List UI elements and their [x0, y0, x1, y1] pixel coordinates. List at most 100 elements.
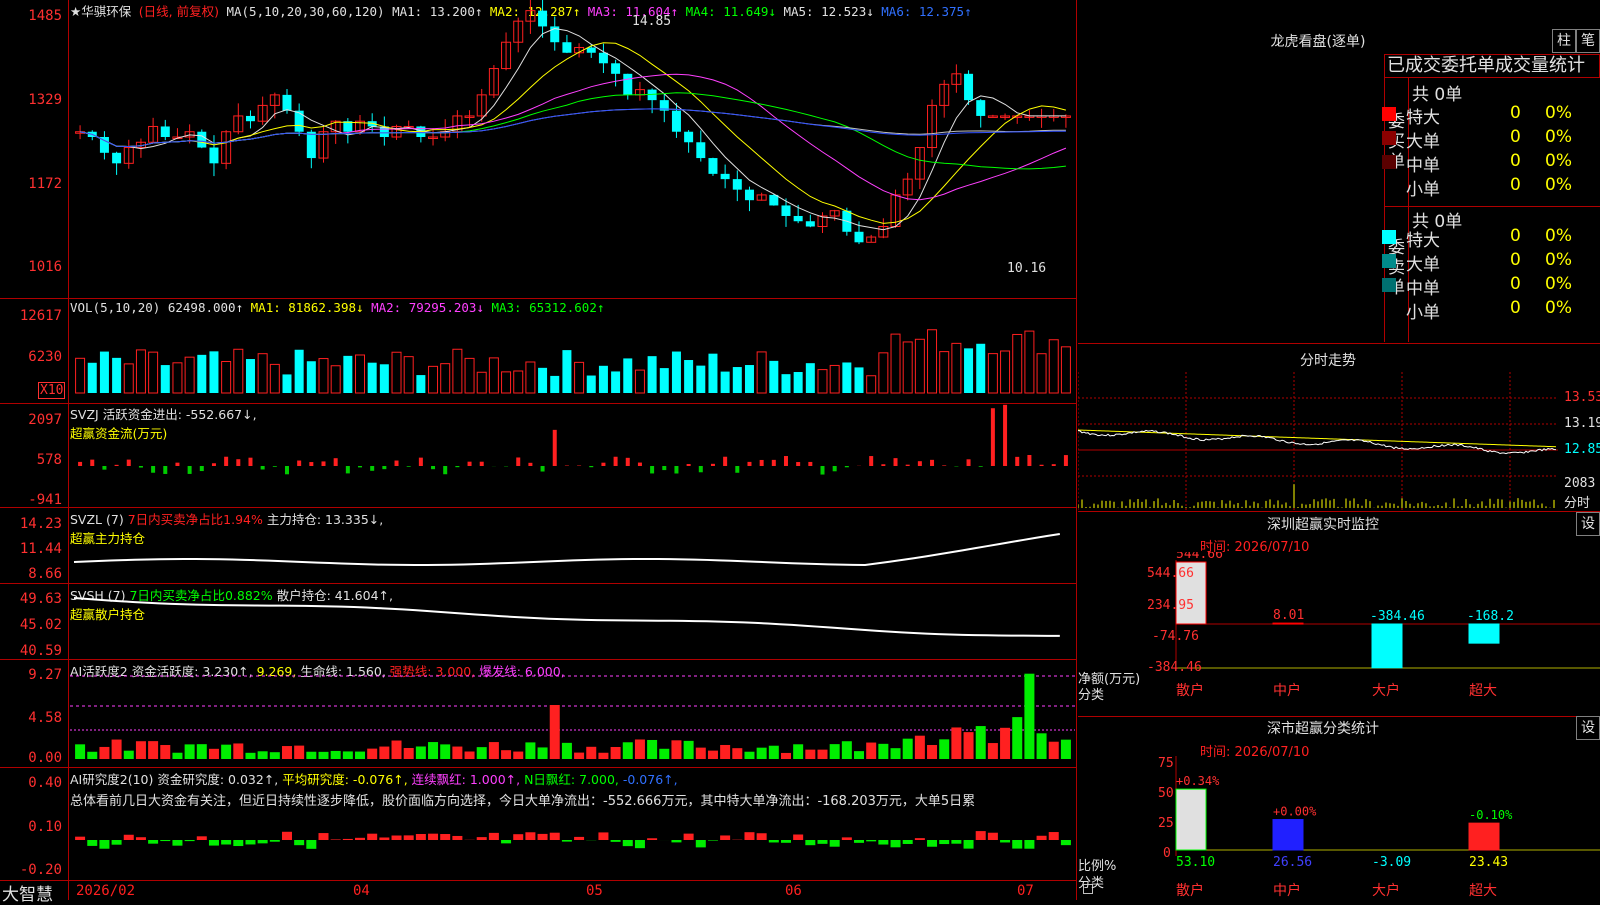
active-bar [465, 752, 475, 759]
active-bar [550, 705, 560, 759]
sell-row-count: 0 [1510, 226, 1521, 246]
active-bar [209, 749, 219, 759]
flow-bar [212, 463, 216, 466]
monitor-bar-label: -384.46 [1370, 609, 1425, 624]
active-bar [428, 742, 438, 759]
buy-row-name: 特大 [1406, 103, 1440, 128]
flow-bar [273, 466, 277, 467]
flow-bar [382, 466, 386, 469]
flow-bar [723, 457, 727, 466]
main-chart-area[interactable]: 1485 1329 1172 1016 12617 6230 X10 2097 … [0, 0, 1077, 900]
classify-settings-button[interactable]: 设 [1576, 716, 1600, 740]
active-bar [671, 740, 681, 759]
monitor-bar [1469, 624, 1499, 643]
sell-color-swatch [1382, 254, 1396, 268]
research-bar [964, 840, 974, 849]
active-bar [805, 750, 815, 759]
volume-bar [672, 352, 681, 393]
active-bar [976, 726, 986, 759]
volume-bar [757, 352, 766, 393]
tick-mode-button[interactable]: 笔 [1576, 29, 1600, 53]
research-bar [331, 839, 341, 840]
active-bar [197, 744, 207, 759]
active-bar [258, 751, 268, 759]
buy-row-count: 0 [1510, 103, 1521, 123]
flow-bar [102, 466, 106, 470]
flow-bar [979, 466, 983, 467]
research-bar [939, 840, 949, 844]
flow-bar [747, 462, 751, 466]
bar-mode-button[interactable]: 柱 [1552, 29, 1576, 53]
research-bar [891, 840, 901, 847]
active-bar [392, 741, 402, 759]
volume-bar [246, 359, 255, 393]
candle-body [112, 153, 121, 164]
candle-body [794, 216, 803, 221]
volume-bar [806, 363, 815, 393]
flow-bar [261, 466, 265, 469]
flow-bar [528, 463, 532, 466]
monitor-chart[interactable]: 544.66散户8.01中户-384.46大户-168.2超大 544.66 2… [1078, 552, 1600, 712]
research-bar [112, 840, 122, 845]
buy-row-name: 大单 [1406, 127, 1440, 152]
active-bar [136, 741, 146, 759]
active-bar [598, 753, 608, 759]
candle-body [599, 53, 608, 64]
classify-chart[interactable]: +0.34%53.10散户+0.00%26.56中户-3.09大户-0.10%2… [1078, 756, 1600, 900]
flow-bar [784, 456, 788, 466]
ma-line [80, 109, 1066, 147]
intraday-price: 13.53 [1564, 390, 1600, 405]
volume-bar [879, 353, 888, 393]
buy-color-swatch [1382, 131, 1396, 145]
candle-body [684, 132, 693, 143]
flow-bar [614, 457, 618, 466]
flow-bar [163, 466, 167, 474]
volume-bar [976, 344, 985, 393]
buy-row-pct: 0% [1545, 151, 1572, 171]
flow-bar [188, 466, 192, 474]
monitor-settings-button[interactable]: 设 [1576, 512, 1600, 536]
sell-color-swatch [1382, 278, 1396, 292]
research-bar [99, 840, 109, 849]
classify-category-label: 中户 [1273, 882, 1301, 899]
flow-bar [869, 456, 873, 466]
buy-row-pct: 0% [1545, 175, 1572, 195]
intraday-vol-unit: 分时 [1564, 492, 1590, 511]
volume-bar [295, 350, 304, 393]
volume-bar [136, 350, 145, 393]
active-bar [696, 748, 706, 759]
monitor-bar-label: 544.66 [1176, 552, 1223, 562]
flow-bar [601, 463, 605, 466]
classify-bar [1273, 820, 1303, 850]
buy-color-swatch [1382, 155, 1396, 169]
research-bar [769, 840, 779, 842]
candle-body [976, 100, 985, 116]
volume-bar [502, 372, 511, 393]
active-bar [988, 743, 998, 759]
active-bar [513, 752, 523, 759]
flow-bar [662, 466, 666, 470]
monitor-category-label: 中户 [1273, 682, 1301, 699]
main-force-line [74, 534, 1060, 565]
active-bar [793, 744, 803, 759]
volume-bar [392, 352, 401, 393]
flow-bar [224, 457, 228, 466]
classify-x-label: 分类 [1078, 872, 1104, 891]
volume-bar [76, 358, 85, 393]
flow-bar [760, 460, 764, 466]
research-bar [1024, 840, 1034, 849]
flow-bar [78, 462, 82, 466]
research-bar [708, 840, 718, 841]
volume-bar [404, 357, 413, 393]
active-bar [501, 750, 511, 759]
volume-bar [635, 370, 644, 393]
candle-body [745, 190, 754, 201]
flow-bar [151, 466, 155, 473]
intraday-chart[interactable]: 13.53 13.19 12.85 2083 分时 [1078, 372, 1600, 510]
active-bar [903, 739, 913, 759]
research-bar [367, 834, 377, 840]
volume-bar [538, 368, 547, 393]
flow-bar [127, 460, 131, 466]
volume-bar [331, 366, 340, 393]
research-bar [976, 831, 986, 840]
